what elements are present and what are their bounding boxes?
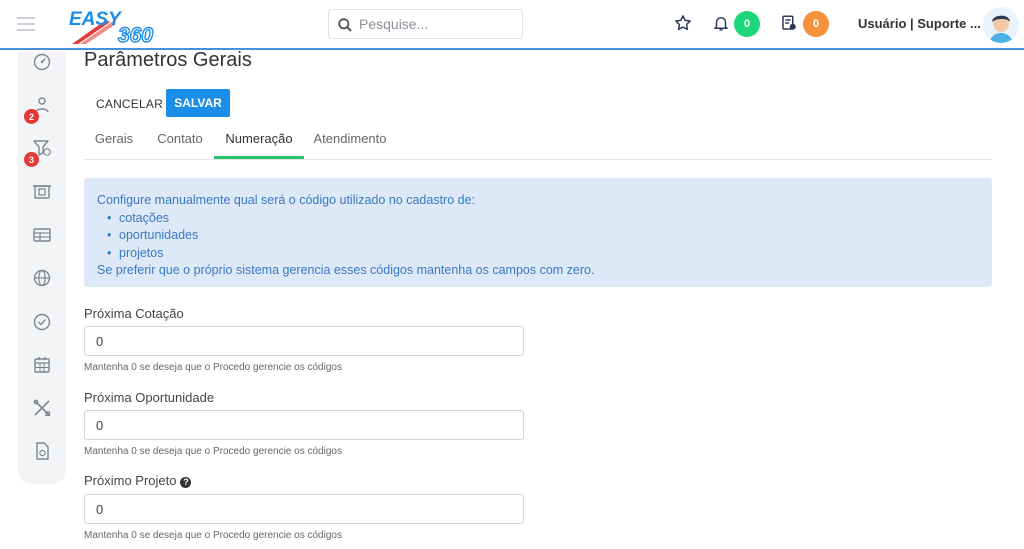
next-project-help: Mantenha 0 se deseja que o Procedo geren… — [84, 530, 342, 541]
menu-toggle-icon[interactable] — [17, 17, 35, 31]
avatar-illustration — [983, 7, 1019, 43]
search-input[interactable] — [359, 14, 517, 34]
page-title: Parâmetros Gerais — [84, 49, 252, 71]
next-opportunity-label: Próxima Oportunidade — [84, 390, 215, 405]
question-circle-icon[interactable]: ? — [180, 477, 192, 488]
user-avatar[interactable] — [983, 7, 1019, 43]
info-list-item: oportunidades — [107, 227, 979, 245]
star-favorites-icon[interactable] — [674, 14, 692, 32]
info-intro: Configure manualmente qual será o código… — [97, 193, 476, 207]
calendar-icon[interactable] — [32, 355, 52, 375]
next-opportunity-input[interactable] — [84, 410, 524, 440]
user-name[interactable]: Usuário | Suporte ... — [858, 16, 981, 31]
document-settings-icon[interactable] — [32, 441, 52, 461]
next-quote-help: Mantenha 0 se deseja que o Procedo geren… — [84, 362, 342, 373]
info-alert: Configure manualmente qual será o código… — [84, 178, 992, 287]
globe-icon[interactable] — [32, 268, 52, 288]
tasks-badge[interactable]: 0 — [803, 11, 829, 37]
next-project-input[interactable] — [84, 494, 524, 524]
cancel-button[interactable]: CANCELAR — [87, 90, 172, 117]
next-quote-input[interactable] — [84, 326, 524, 356]
dashboard-gauge-icon[interactable] — [32, 52, 52, 72]
register-box-icon[interactable] — [32, 182, 52, 202]
info-list: cotações oportunidades projetos — [97, 210, 979, 263]
easy360-logo[interactable]: EASY 360 — [66, 6, 162, 46]
tab-gerais[interactable]: Gerais — [84, 122, 144, 159]
next-project-label: Próximo Projeto — [84, 473, 177, 488]
search-icon — [338, 18, 352, 32]
bell-icon[interactable] — [712, 14, 730, 32]
table-icon[interactable] — [32, 225, 52, 245]
top-header: EASY 360 0 0 Usuário | Suporte ... — [0, 0, 1024, 50]
info-outro: Se preferir que o próprio sistema gerenc… — [97, 263, 595, 277]
svg-text:360: 360 — [118, 24, 153, 46]
svg-text:EASY: EASY — [69, 9, 123, 30]
next-project-label-row: Próximo Projeto? — [84, 473, 192, 488]
info-list-item: projetos — [107, 245, 979, 263]
contacts-badge: 2 — [24, 109, 39, 124]
tab-numeracao[interactable]: Numeração — [214, 122, 304, 159]
info-list-item: cotações — [107, 210, 979, 228]
task-list-icon[interactable] — [780, 14, 798, 32]
tab-atendimento[interactable]: Atendimento — [310, 122, 390, 159]
tab-contato[interactable]: Contato — [152, 122, 208, 159]
next-quote-label: Próxima Cotação — [84, 306, 184, 321]
next-opportunity-help: Mantenha 0 se deseja que o Procedo geren… — [84, 446, 342, 457]
funnel-badge: 3 — [24, 152, 39, 167]
save-button[interactable]: SALVAR — [166, 89, 230, 117]
notifications-badge[interactable]: 0 — [734, 11, 760, 37]
tools-icon[interactable] — [32, 398, 52, 418]
check-circle-icon[interactable] — [32, 312, 52, 332]
search-box[interactable] — [328, 9, 523, 39]
sidebar: 2 3 — [18, 52, 66, 484]
tab-bar: Gerais Contato Numeração Atendimento — [84, 122, 992, 160]
